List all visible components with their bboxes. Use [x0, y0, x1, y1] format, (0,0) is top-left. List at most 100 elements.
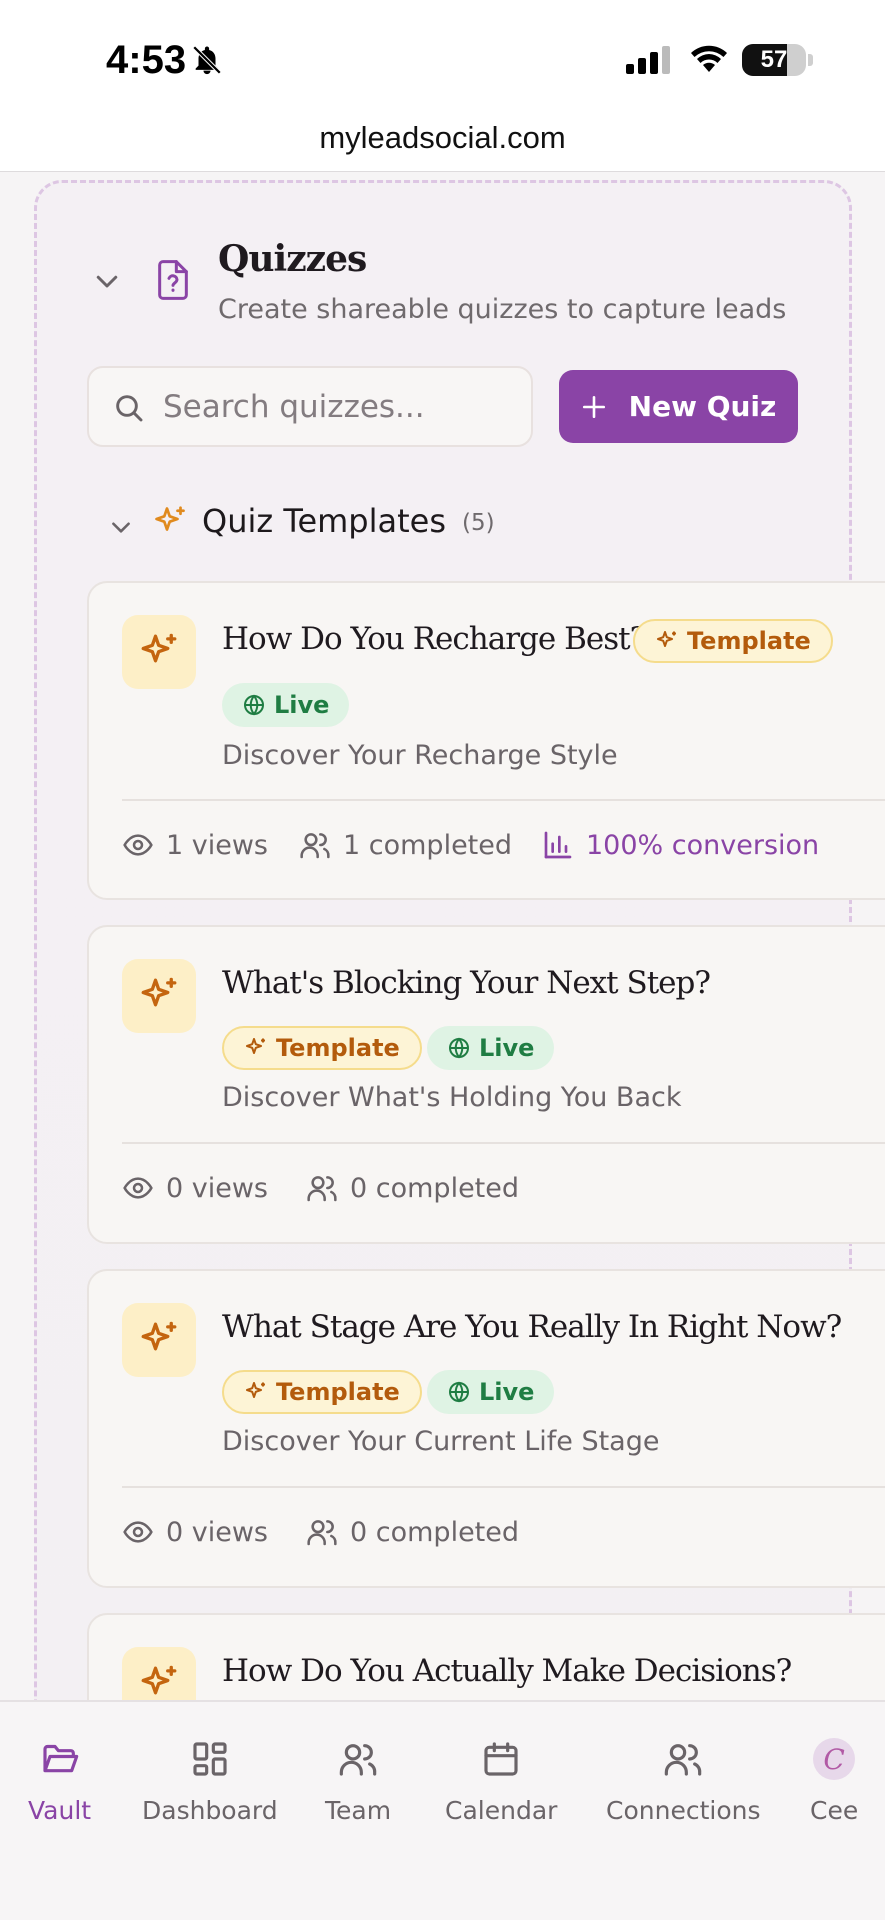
sparkles-icon [141, 633, 177, 663]
plus-icon [582, 395, 605, 418]
nav-item-calendar[interactable]: Calendar [445, 1736, 557, 1825]
nav-label: Calendar [445, 1796, 558, 1825]
template-badge-label: Template [687, 627, 811, 655]
globe-icon [244, 694, 264, 716]
completed-label: 1 completed [343, 829, 513, 861]
nav-label: Dashboard [142, 1796, 278, 1825]
live-badge: Live [427, 1026, 555, 1070]
completed-stat: 0 completed [306, 1516, 519, 1548]
main-content: Quizzes Create shareable quizzes to capt… [0, 172, 885, 1700]
team-users-icon [339, 1744, 377, 1776]
connections-users-icon [664, 1744, 702, 1776]
nav-item-profile[interactable]: C Cee [810, 1736, 858, 1825]
live-badge-label: Live [479, 1034, 535, 1062]
globe-icon [449, 1037, 469, 1059]
completed-stat: 1 completed [299, 829, 512, 861]
users-icon [300, 833, 330, 859]
battery-icon: 57 [742, 44, 806, 76]
page-subtitle: Create shareable quizzes to capture lead… [218, 294, 787, 325]
search-input[interactable] [163, 368, 523, 445]
nav-item-connections[interactable]: Connections [606, 1736, 760, 1825]
calendar-icon [484, 1742, 518, 1776]
live-badge-label: Live [274, 691, 330, 719]
quiz-card[interactable]: How Do You Recharge Best? Template Live … [87, 581, 885, 900]
chevron-down-icon[interactable] [92, 266, 122, 296]
nav-label: Vault [28, 1796, 92, 1825]
sparkles-icon [246, 1038, 265, 1054]
sparkles-icon [141, 977, 177, 1007]
templates-section-title[interactable]: Quiz Templates [202, 502, 446, 540]
live-badge: Live [222, 683, 350, 727]
status-time: 4:53 [106, 38, 187, 82]
sparkles-icon [246, 1382, 265, 1398]
template-badge: Template [222, 1370, 422, 1414]
nav-item-vault[interactable]: Vault [28, 1736, 91, 1825]
eye-icon [123, 1521, 153, 1543]
live-badge-label: Live [479, 1378, 535, 1406]
file-question-icon [158, 260, 188, 300]
signal-icon [626, 46, 670, 74]
quiz-card-icon [122, 615, 196, 689]
page-title: Quizzes [218, 238, 367, 280]
quiz-card[interactable]: How Do You Actually Make Decisions? [87, 1613, 885, 1700]
sparkles-icon [657, 631, 676, 647]
templates-count: (5) [462, 510, 495, 536]
views-label: 0 views [166, 1172, 269, 1204]
template-badge: Template [222, 1026, 422, 1070]
template-badge-label: Template [276, 1034, 400, 1062]
views-label: 0 views [166, 1516, 269, 1548]
quiz-description: Discover Your Current Life Stage [222, 1426, 660, 1457]
eye-icon [123, 834, 153, 856]
eye-icon [123, 1177, 153, 1199]
template-badge-label: Template [276, 1378, 400, 1406]
wifi-icon [691, 45, 727, 72]
quiz-title: How Do You Actually Make Decisions? [222, 1653, 792, 1689]
conversion-label: 100% conversion [586, 829, 820, 861]
completed-label: 0 completed [350, 1516, 520, 1548]
completed-stat: 0 completed [306, 1172, 519, 1204]
globe-icon [449, 1381, 469, 1403]
search-box [87, 366, 533, 447]
folder-open-icon [42, 1744, 78, 1773]
browser-url[interactable]: myleadsocial.com [0, 108, 885, 172]
views-stat: 0 views [122, 1516, 268, 1548]
battery-level: 57 [760, 46, 788, 73]
quiz-title: What's Blocking Your Next Step? [222, 965, 711, 1001]
quiz-description: Discover Your Recharge Style [222, 740, 618, 771]
avatar-icon: C [813, 1738, 856, 1780]
quiz-card[interactable]: What's Blocking Your Next Step? Template… [87, 925, 885, 1244]
quiz-title: How Do You Recharge Best? [222, 621, 646, 657]
search-icon [116, 395, 143, 422]
nav-label: Cee [810, 1796, 859, 1825]
sparkles-icon [141, 1321, 177, 1351]
quiz-card-icon [122, 959, 196, 1033]
quiz-card-icon [122, 1647, 196, 1700]
chevron-down-icon[interactable] [108, 514, 134, 540]
status-bar: 4:53 57 [0, 0, 885, 118]
quiz-title: What Stage Are You Really In Right Now? [222, 1309, 842, 1345]
users-icon [307, 1176, 337, 1202]
bell-slash-icon [192, 45, 222, 75]
bottom-nav: Vault Dashboard Team Calendar Connection… [0, 1700, 885, 1920]
new-quiz-button[interactable]: New Quiz [559, 370, 798, 443]
nav-label: Connections [606, 1796, 761, 1825]
views-stat: 0 views [122, 1172, 268, 1204]
template-badge: Template [633, 619, 833, 663]
nav-item-dashboard[interactable]: Dashboard [142, 1736, 278, 1825]
sparkles-icon [141, 1665, 177, 1695]
sparkles-icon [155, 506, 185, 531]
quiz-description: Discover What's Holding You Back [222, 1082, 682, 1113]
views-label: 1 views [166, 829, 269, 861]
live-badge: Live [427, 1370, 555, 1414]
nav-label: Team [325, 1796, 392, 1825]
conversion-stat: 100% conversion [542, 829, 819, 861]
nav-item-team[interactable]: Team [325, 1736, 391, 1825]
users-icon [307, 1520, 337, 1546]
bar-chart-icon [544, 831, 572, 859]
dashboard-grid-icon [193, 1742, 227, 1776]
quiz-card[interactable]: What Stage Are You Really In Right Now? … [87, 1269, 885, 1588]
quiz-card-icon [122, 1303, 196, 1377]
new-quiz-label: New Quiz [628, 390, 777, 423]
views-stat: 1 views [122, 829, 268, 861]
completed-label: 0 completed [350, 1172, 520, 1204]
